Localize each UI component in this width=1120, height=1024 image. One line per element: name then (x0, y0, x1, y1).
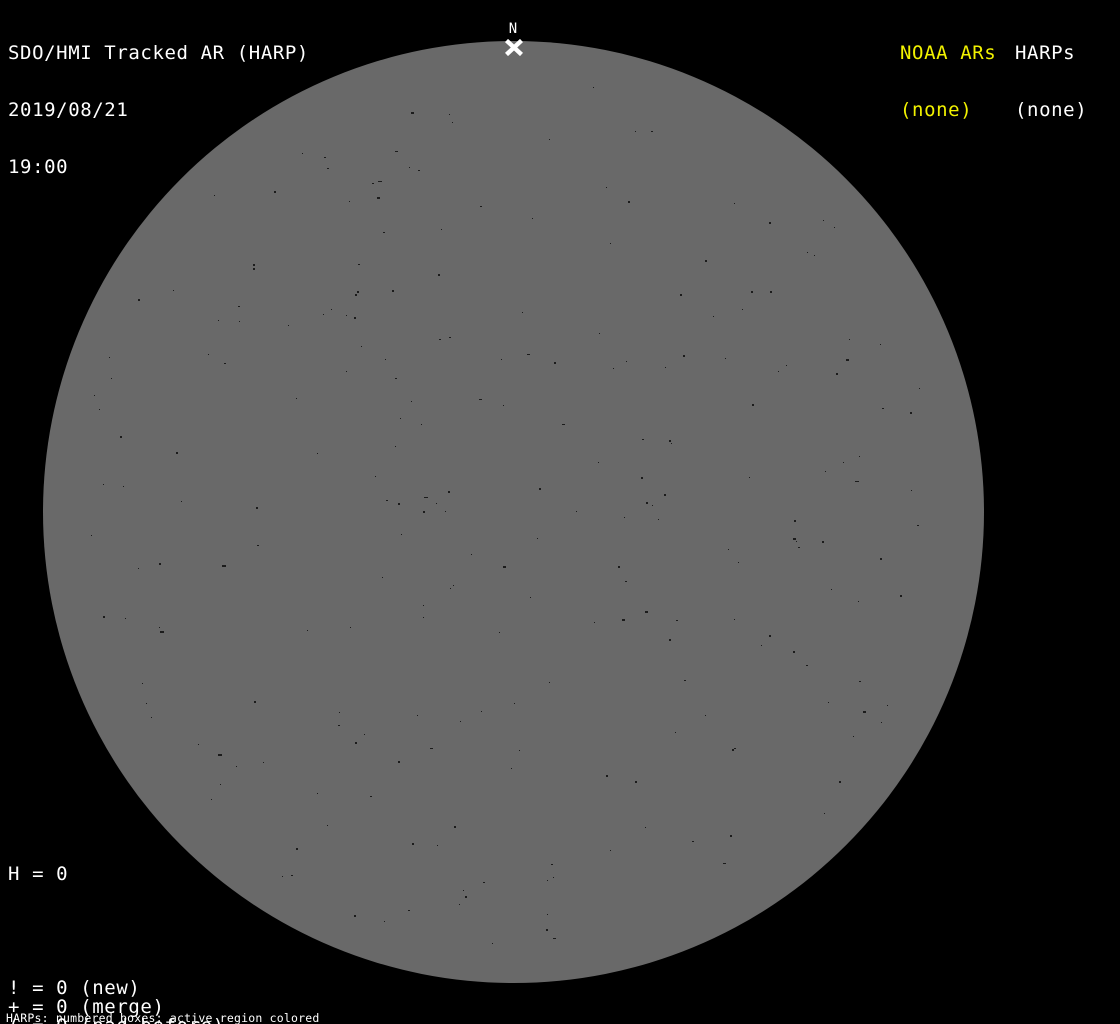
time-label: 19:00 (8, 158, 309, 177)
page-title: SDO/HMI Tracked AR (HARP) (8, 44, 309, 63)
harp-count-line: H = 0 (8, 865, 237, 884)
harps-status: HARPs (none) (1015, 6, 1087, 158)
footer-caption: HARPs: numbered boxes; active region col… (6, 988, 419, 1024)
north-pole-x-marker (504, 39, 524, 56)
north-label: N (499, 22, 527, 36)
date-label: 2019/08/21 (8, 101, 309, 120)
harps-value: (none) (1015, 101, 1087, 120)
harp-tracking-view: N SDO/HMI Tracked AR (HARP) 2019/08/21 1… (0, 0, 1120, 1024)
title-block: SDO/HMI Tracked AR (HARP) 2019/08/21 19:… (8, 6, 309, 215)
noaa-ars-value: (none) (900, 101, 996, 120)
noaa-ars-label: NOAA ARs (900, 44, 996, 63)
harps-label: HARPs (1015, 44, 1087, 63)
noaa-ars-status: NOAA ARs (none) (900, 6, 996, 158)
footer-harps-caption: HARPs: numbered boxes; active region col… (6, 1012, 419, 1024)
legend-gap (8, 922, 237, 941)
